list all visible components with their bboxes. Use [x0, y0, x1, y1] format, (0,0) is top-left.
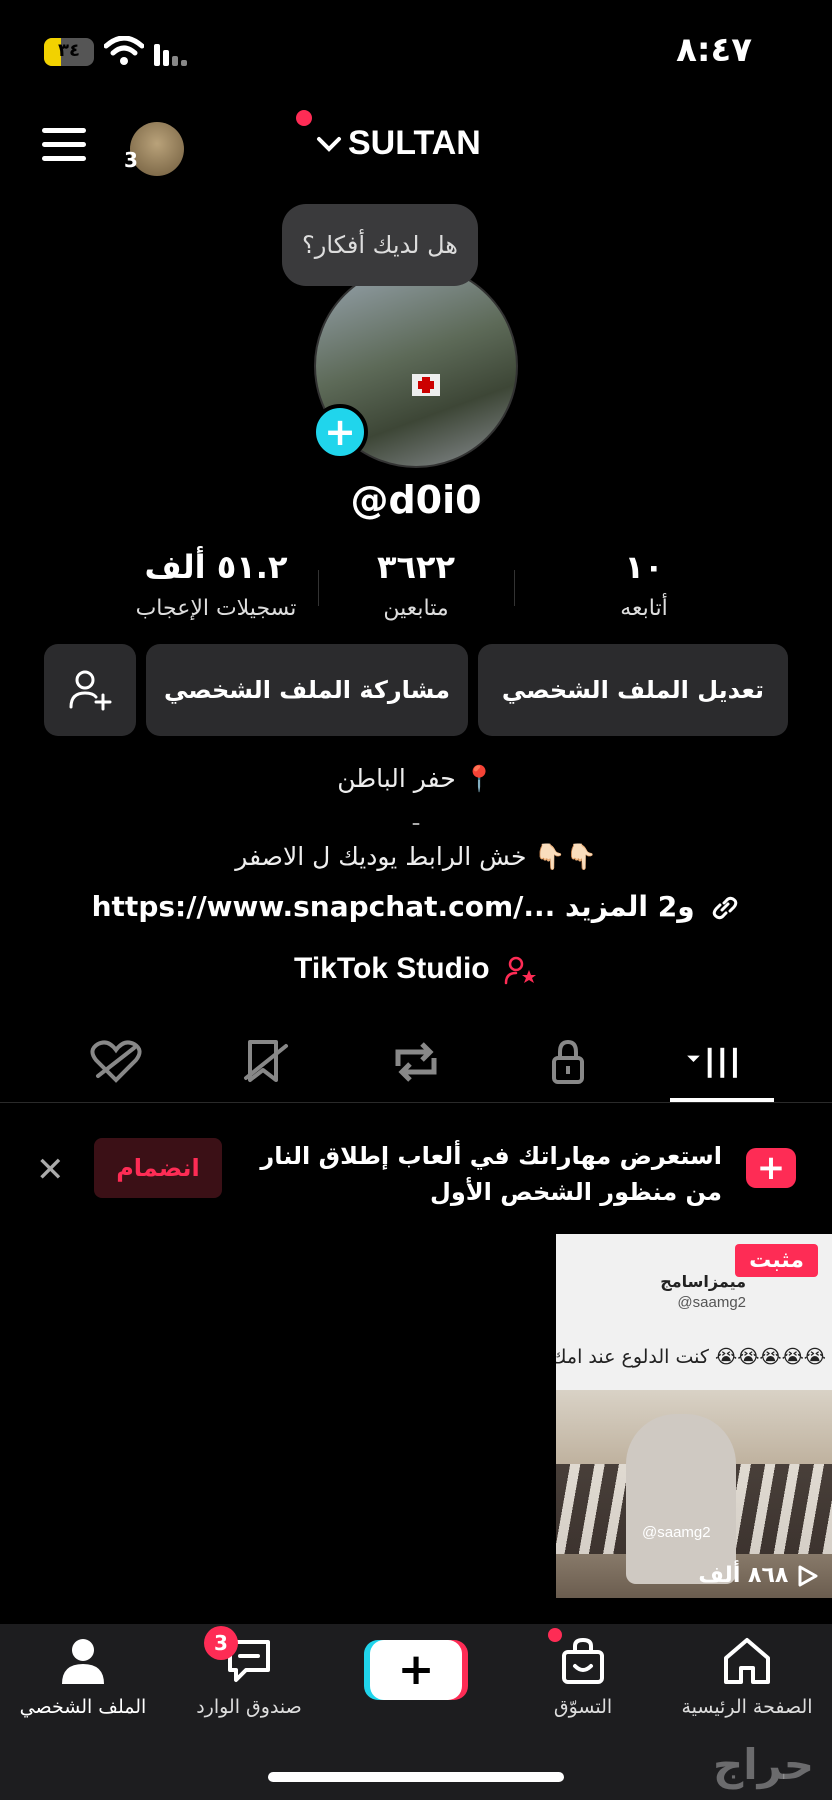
- play-icon: [798, 1565, 818, 1587]
- add-story-button[interactable]: +: [312, 404, 368, 460]
- following-label: أتابعه: [620, 596, 668, 621]
- video-caption: كنت الدلوع عند امك 😭😭😭😭😭: [556, 1346, 826, 1368]
- reposts-tab-icon[interactable]: [386, 1036, 446, 1088]
- link-icon: [713, 896, 738, 920]
- video-person: [626, 1414, 736, 1584]
- video-overlay-user: @saamg2: [677, 1294, 746, 1311]
- battery-level: ٣٤: [58, 40, 80, 61]
- nav-inbox[interactable]: صندوق الوارد: [166, 1636, 332, 1718]
- share-profile-button[interactable]: مشاركة الملف الشخصي: [146, 644, 468, 736]
- nav-shop-label: التسوّق: [553, 1696, 613, 1718]
- status-time: ٨:٤٧: [676, 30, 752, 70]
- likes-label: تسجيلات الإعجاب: [135, 596, 297, 621]
- promo-plus-icon: +: [746, 1148, 796, 1188]
- pinned-video-thumbnail[interactable]: مثبت ميمزاسامج @saamg2 كنت الدلوع عند ام…: [556, 1234, 832, 1598]
- chevron-down-icon[interactable]: [316, 134, 342, 154]
- tabs-divider: [0, 1102, 832, 1103]
- following-count: ١٠: [624, 548, 664, 586]
- creator-star-icon: [504, 956, 536, 985]
- profile-link[interactable]: https://www.snapchat.com/... و2 المزيد: [0, 890, 832, 923]
- shopping-bag-icon: [562, 1637, 604, 1684]
- nav-home-label: الصفحة الرئيسية: [681, 1696, 813, 1718]
- nav-home[interactable]: الصفحة الرئيسية: [664, 1636, 830, 1718]
- bio-text: خش الرابط يوديك ل الاصفر 👇🏻👇🏻: [235, 842, 597, 871]
- add-user-icon: [69, 670, 112, 711]
- following-stat[interactable]: ١٠ أتابعه: [514, 548, 774, 621]
- video-watermark: @saamg2: [642, 1524, 711, 1541]
- likes-count: ٥١.٢ ألف: [144, 548, 288, 586]
- close-icon[interactable]: ✕: [36, 1150, 65, 1190]
- edit-profile-button[interactable]: تعديل الملف الشخصي: [478, 644, 788, 736]
- account-switcher-avatar[interactable]: [130, 122, 184, 176]
- link-text[interactable]: https://www.snapchat.com/... و2 المزيد: [92, 890, 695, 923]
- join-button[interactable]: انضمام: [94, 1138, 222, 1198]
- profile-icon: [62, 1639, 104, 1684]
- signal-icon: [154, 44, 187, 66]
- home-indicator[interactable]: [268, 1772, 564, 1782]
- nav-profile[interactable]: الملف الشخصي: [0, 1636, 166, 1718]
- account-badge: 3: [124, 148, 138, 172]
- favorites-tab-icon[interactable]: [236, 1036, 296, 1088]
- private-tab-icon[interactable]: [538, 1036, 598, 1088]
- add-friend-button[interactable]: [44, 644, 136, 736]
- likes-stat[interactable]: ٥١.٢ ألف تسجيلات الإعجاب: [86, 548, 346, 621]
- shop-notification-dot: [548, 1628, 562, 1642]
- promo-text[interactable]: استعرض مهاراتك في ألعاب إطلاق النار من م…: [252, 1138, 722, 1210]
- nav-shop[interactable]: التسوّق: [500, 1636, 666, 1718]
- nav-profile-label: الملف الشخصي: [19, 1696, 147, 1718]
- tiktok-studio-link[interactable]: TikTok Studio: [0, 952, 832, 986]
- video-views: ٨٦٨ ألف: [698, 1563, 818, 1588]
- inbox-badge: 3: [204, 1626, 238, 1660]
- video-overlay-name: ميمزاسامج: [660, 1272, 746, 1291]
- profile-handle: @d0i0: [350, 478, 482, 522]
- ideas-bubble[interactable]: هل لديك أفكار؟: [282, 204, 478, 286]
- liked-videos-tab-icon[interactable]: [86, 1036, 146, 1088]
- watermark: حراج: [712, 1740, 814, 1789]
- pinned-badge: مثبت: [735, 1244, 818, 1277]
- studio-label[interactable]: TikTok Studio: [294, 952, 490, 985]
- notification-dot: [296, 110, 312, 126]
- account-username[interactable]: SULTAN: [348, 124, 481, 163]
- videos-grid-tab-icon[interactable]: [684, 1036, 744, 1088]
- nav-inbox-label: صندوق الوارد: [196, 1696, 302, 1718]
- battery-icon: ٣٤: [44, 38, 94, 66]
- views-count: ٨٦٨ ألف: [698, 1563, 789, 1588]
- wifi-icon: [104, 36, 144, 65]
- bio-separator: -: [411, 808, 421, 837]
- bio-location: حفر الباطن 📍: [337, 764, 495, 793]
- menu-icon[interactable]: [42, 128, 86, 162]
- create-button[interactable]: +: [370, 1640, 462, 1700]
- home-icon: [724, 1638, 770, 1684]
